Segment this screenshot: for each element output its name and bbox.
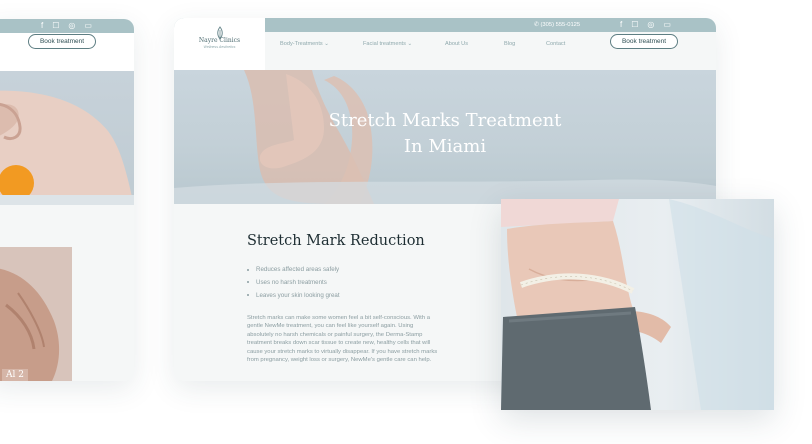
woman-legs-illustration [0,90,134,205]
list-item: Uses no harsh treatments [246,279,340,292]
hero-title: Stretch Marks Treatment In Miami [328,110,562,157]
logo-tagline: Wellness Aesthetics [203,45,236,49]
benefits-list: Reduces affected areas safely Uses no ha… [246,266,340,304]
waist-measuring-photo [501,199,774,410]
top-strip: f ☐ ◎ ▭ [0,19,134,33]
phone-number[interactable]: ✆ (305) 555-0125 [534,19,580,31]
list-item: Leaves your skin looking great [246,292,340,305]
book-treatment-button[interactable]: Book treatment [610,34,678,49]
navbar: Book treatment [0,33,134,71]
message-icon[interactable]: ☐ [52,20,59,32]
hero-banner: Stretch Marks Treatment In Miami [174,70,716,204]
nav-body-treatments[interactable]: Body-Treatments ⌄ [280,41,329,47]
instagram-icon[interactable]: ◎ [647,19,654,31]
woman-back-illustration [0,268,59,381]
hero-image [0,71,134,205]
message-icon[interactable]: ☐ [631,19,638,31]
social-icons: f ☐ ◎ ▭ [41,20,92,32]
nav-blog[interactable]: Blog [504,41,515,47]
facebook-icon[interactable]: f [41,20,43,32]
left-page-mockup: f ☐ ◎ ▭ Book treatment Al 2 [0,19,134,381]
list-item: Reduces affected areas safely [246,266,340,279]
image-caption-partial: Al 2 [2,369,28,381]
youtube-icon[interactable]: ▭ [84,20,92,32]
facebook-icon[interactable]: f [620,19,622,31]
nav-about-us[interactable]: About Us [445,41,468,47]
logo-name: Nayre Clinics [198,37,241,44]
youtube-icon[interactable]: ▭ [663,19,671,31]
nav-contact[interactable]: Contact [546,41,565,47]
logo-block[interactable]: Nayre Clinics Wellness Aesthetics [174,18,265,70]
instagram-icon[interactable]: ◎ [68,20,75,32]
description-paragraph: Stretch marks can make some women feel a… [247,315,438,364]
nav-facial-treatments[interactable]: Facial treatments ⌄ [363,41,412,47]
back-image: Al 2 [0,247,72,381]
section-title: Stretch Mark Reduction [247,233,425,249]
woman-waist-illustration [501,199,774,410]
social-icons: f ☐ ◎ ▭ [620,19,671,31]
book-treatment-button[interactable]: Book treatment [28,34,96,49]
